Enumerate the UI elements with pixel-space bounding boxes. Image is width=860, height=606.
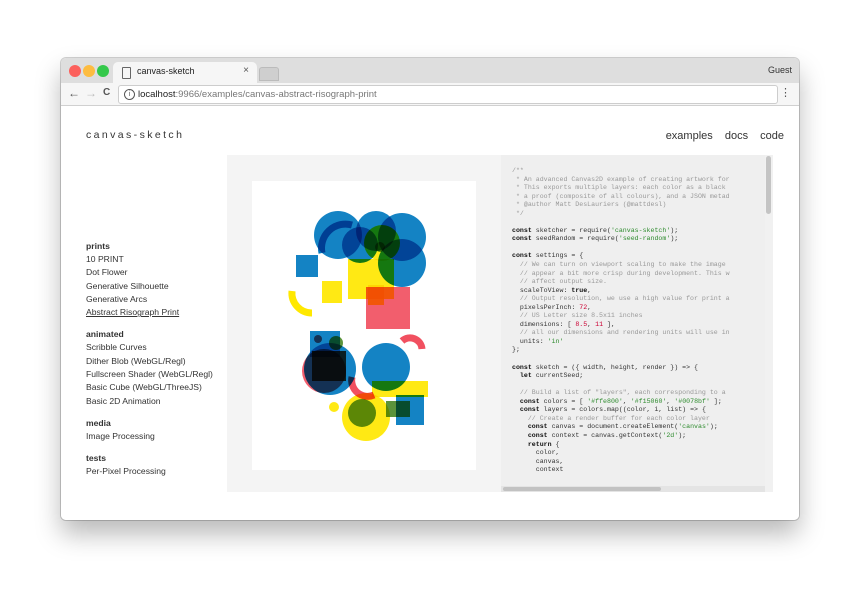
browser-tab[interactable]: canvas-sketch × bbox=[113, 62, 257, 83]
sidebar-section-tests: tests Per-Pixel Processing bbox=[86, 453, 236, 478]
art-shape bbox=[322, 281, 342, 303]
sidebar-section-title: tests bbox=[86, 453, 107, 464]
print-canvas bbox=[252, 181, 476, 470]
minimize-window-button[interactable] bbox=[83, 65, 95, 77]
title-bar: canvas-sketch × Guest bbox=[61, 58, 799, 83]
scroll-thumb[interactable] bbox=[503, 487, 661, 491]
sidebar-section-title: animated bbox=[86, 329, 124, 340]
art-shape bbox=[329, 336, 343, 350]
browser-toolbar: ← → C i localhost:9966/examples/canvas-a… bbox=[61, 83, 799, 106]
reload-icon[interactable]: C bbox=[103, 86, 110, 100]
sidebar-item[interactable]: Per-Pixel Processing bbox=[86, 465, 236, 478]
sidebar-section-media: media Image Processing bbox=[86, 418, 236, 443]
art-shape bbox=[368, 285, 384, 305]
sidebar-item[interactable]: Image Processing bbox=[86, 430, 236, 443]
art-shape bbox=[296, 255, 318, 277]
examples-sidebar: prints 10 PRINT Dot Flower Generative Silho… bbox=[86, 241, 236, 489]
top-nav: examples docs code bbox=[657, 130, 784, 142]
nav-docs[interactable]: docs bbox=[725, 130, 748, 142]
back-icon[interactable]: ← bbox=[68, 86, 80, 100]
close-tab-icon[interactable]: × bbox=[243, 65, 249, 76]
forward-icon[interactable]: → bbox=[85, 86, 97, 100]
art-shape bbox=[342, 227, 378, 263]
sidebar-item[interactable]: Fullscreen Shader (WebGL/Regl) bbox=[86, 368, 236, 381]
nav-examples[interactable]: examples bbox=[666, 130, 713, 142]
art-arc bbox=[399, 334, 426, 350]
sidebar-section-title: media bbox=[86, 417, 111, 428]
risograph-artwork bbox=[288, 211, 428, 441]
art-arc bbox=[288, 290, 313, 317]
art-shape bbox=[375, 242, 385, 252]
art-shape bbox=[329, 402, 339, 412]
url-host: localhost bbox=[138, 89, 176, 100]
sidebar-item[interactable]: Basic Cube (WebGL/ThreeJS) bbox=[86, 381, 236, 394]
sidebar-item[interactable]: Dot Flower bbox=[86, 266, 236, 279]
page-icon bbox=[122, 67, 131, 79]
art-shape bbox=[378, 239, 426, 287]
info-icon[interactable]: i bbox=[124, 89, 135, 100]
sidebar-item[interactable]: Dither Blob (WebGL/Regl) bbox=[86, 355, 236, 368]
url-text: localhost:9966/examples/canvas-abstract-… bbox=[138, 89, 377, 100]
new-tab-button[interactable] bbox=[259, 67, 279, 81]
code-horizontal-scrollbar[interactable] bbox=[501, 486, 765, 492]
sidebar-section-prints: prints 10 PRINT Dot Flower Generative Silho… bbox=[86, 241, 236, 319]
zoom-window-button[interactable] bbox=[97, 65, 109, 77]
art-shape bbox=[312, 351, 346, 381]
tab-title: canvas-sketch bbox=[137, 66, 195, 76]
scroll-thumb[interactable] bbox=[766, 156, 771, 214]
sidebar-section-title: prints bbox=[86, 241, 110, 251]
art-shape bbox=[348, 399, 376, 427]
code-panel[interactable]: /** * An advanced Canvas2D example of cr… bbox=[501, 155, 765, 492]
close-window-button[interactable] bbox=[69, 65, 81, 77]
site-logo[interactable]: canvas-sketch bbox=[86, 129, 184, 141]
sidebar-item[interactable]: 10 PRINT bbox=[86, 253, 236, 266]
source-code: /** * An advanced Canvas2D example of cr… bbox=[512, 167, 730, 474]
art-shape bbox=[314, 335, 322, 343]
art-shape bbox=[386, 401, 410, 417]
preview-area bbox=[227, 155, 501, 492]
sidebar-item[interactable]: Generative Silhouette bbox=[86, 280, 236, 293]
sidebar-item[interactable]: Scribble Curves bbox=[86, 341, 236, 354]
browser-menu-icon[interactable]: ⋮ bbox=[780, 86, 791, 99]
url-path: :9966/examples/canvas-abstract-risograph… bbox=[175, 89, 377, 100]
address-bar[interactable]: i localhost:9966/examples/canvas-abstrac… bbox=[118, 85, 778, 104]
sidebar-item[interactable]: Basic 2D Animation bbox=[86, 395, 236, 408]
sidebar-item[interactable]: Generative Arcs bbox=[86, 293, 236, 306]
nav-code[interactable]: code bbox=[760, 130, 784, 142]
code-vertical-scrollbar[interactable] bbox=[765, 155, 773, 492]
profile-label[interactable]: Guest bbox=[768, 65, 792, 75]
art-shape bbox=[372, 381, 428, 397]
sidebar-item[interactable]: Abstract Risograph Print bbox=[86, 306, 236, 319]
sidebar-section-animated: animated Scribble Curves Dither Blob (WebG… bbox=[86, 329, 236, 407]
